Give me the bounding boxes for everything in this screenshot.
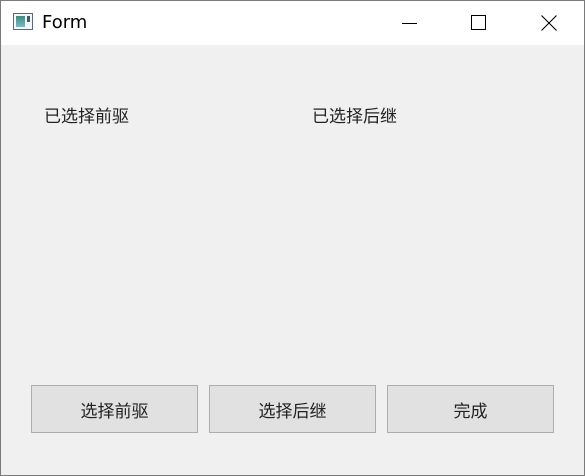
maximize-icon — [471, 15, 486, 30]
form-window: Form 已选择前驱 已选择后继 选择前驱 选择后继 完成 — [0, 0, 585, 476]
selected-successor-label: 已选择后继 — [312, 107, 397, 127]
maximize-button[interactable] — [456, 1, 502, 45]
select-predecessor-button[interactable]: 选择前驱 — [31, 385, 198, 433]
minimize-button[interactable] — [387, 1, 433, 45]
close-icon — [541, 15, 557, 31]
title-bar[interactable]: Form — [1, 1, 584, 45]
app-icon — [13, 13, 33, 30]
window-title: Form — [42, 12, 88, 33]
selected-predecessor-label: 已选择前驱 — [44, 107, 129, 127]
done-button[interactable]: 完成 — [387, 385, 554, 433]
minimize-icon — [402, 23, 417, 24]
close-button[interactable] — [526, 1, 572, 45]
select-successor-button[interactable]: 选择后继 — [209, 385, 376, 433]
